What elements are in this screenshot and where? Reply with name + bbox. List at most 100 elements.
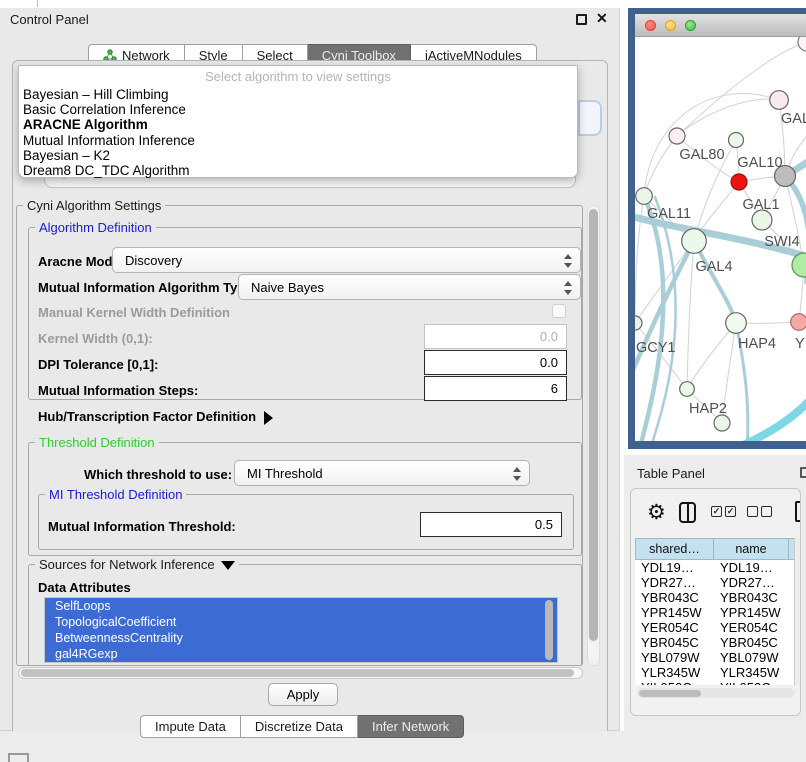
network-node[interactable] (770, 91, 789, 110)
network-node[interactable] (729, 133, 744, 148)
network-node[interactable] (682, 229, 707, 254)
table-row[interactable]: YPR145WYPR145W9. (635, 605, 801, 620)
close-window-icon[interactable] (645, 20, 656, 31)
threshold-definition-title: Threshold Definition (35, 435, 159, 450)
network-edge (677, 99, 779, 136)
tab-impute-data[interactable]: Impute Data (140, 715, 241, 738)
mi-steps-field[interactable]: 6 (424, 376, 567, 401)
node-table: shared…name YDL19…YDL19…13YDR27…YDR27…12… (635, 538, 801, 685)
algorithm-option[interactable]: ARACNE Algorithm (21, 117, 577, 132)
list-scrollbar[interactable] (545, 600, 553, 660)
gear-icon[interactable]: ⚙ (647, 500, 666, 525)
network-node[interactable] (669, 128, 685, 144)
chevron-down-icon (221, 561, 235, 570)
tab-label: Infer Network (372, 719, 449, 734)
minimized-panel-icon[interactable] (8, 753, 29, 762)
mi-threshold-field[interactable]: 0.5 (420, 512, 562, 537)
table-hscrollbar[interactable] (637, 688, 794, 698)
panel-gap (620, 0, 628, 455)
sources-toggle[interactable]: Sources for Network Inference (35, 557, 239, 572)
column-header[interactable]: shared… (635, 538, 714, 560)
table-cell: YBR045C (714, 635, 789, 650)
attribute-item[interactable]: TopologicalCoefficient (45, 614, 557, 630)
checkbox-unchecked-icon[interactable] (761, 506, 772, 517)
network-window-titlebar[interactable] (635, 14, 806, 37)
close-icon[interactable]: ✕ (596, 10, 608, 27)
network-canvas[interactable]: GALGAL80GAL10GAL1GAL11SWI4GAL4GCY1HAP4YH… (635, 37, 806, 441)
kernel-width-label: Kernel Width (0,1): (38, 331, 153, 346)
bottom-tab-bar: Impute DataDiscretize Data Infer Network (140, 715, 464, 738)
settings-scrollbar-thumb[interactable] (589, 209, 598, 641)
float-panel-icon[interactable] (576, 14, 587, 25)
algorithm-option[interactable]: Basic Correlation Inference (21, 102, 577, 117)
node-label: GAL4 (695, 259, 732, 275)
network-node[interactable] (714, 415, 730, 431)
network-node[interactable] (726, 313, 747, 334)
mi-type-combobox[interactable]: Naive Bayes (238, 274, 581, 300)
table-toolbar: ⚙ ✓ ✓ (631, 489, 800, 537)
hub-definition-toggle[interactable]: Hub/Transcription Factor Definition (38, 409, 273, 425)
attribute-item[interactable]: gal4RGexp (45, 646, 557, 662)
attribute-item[interactable]: BetweennessCentrality (45, 630, 557, 646)
network-node[interactable] (680, 382, 695, 397)
network-node[interactable] (635, 316, 642, 330)
apply-button[interactable]: Apply (268, 683, 338, 706)
algorithm-option[interactable]: Mutual Information Inference (21, 133, 577, 148)
table-row[interactable]: YBR043CYBR043C (635, 590, 801, 605)
table-row[interactable]: YBL079WYBL079W (635, 650, 801, 665)
table-cell: YBR043C (714, 590, 789, 605)
table-hscrollbar-thumb[interactable] (639, 690, 701, 697)
aracne-mode-combobox[interactable]: Discovery (112, 247, 581, 273)
table-panel-float-icon[interactable] (800, 467, 806, 478)
mi-threshold-group-title: MI Threshold Definition (45, 487, 186, 502)
network-node[interactable] (731, 174, 747, 190)
mi-type-value: Naive Bayes (251, 280, 324, 295)
mi-type-label: Mutual Information Algorithm Type: (38, 280, 257, 295)
kernel-width-field[interactable]: 0.0 (424, 324, 567, 349)
table-row[interactable]: YLR345WYLR345W9. (635, 665, 801, 680)
attribute-item[interactable]: SelfLoops (45, 598, 557, 614)
dpi-tolerance-field[interactable]: 0.0 (424, 350, 567, 375)
network-edge (720, 392, 806, 441)
column-header[interactable]: name (714, 538, 789, 560)
which-threshold-combobox[interactable]: MI Threshold (234, 460, 530, 486)
table-row[interactable]: YDR27…YDR27…12 (635, 575, 801, 590)
network-node[interactable] (798, 37, 806, 51)
network-node[interactable] (791, 314, 806, 331)
checkbox-checked-icon[interactable]: ✓ (711, 506, 722, 517)
table-row[interactable]: YDL19…YDL19…13 (635, 560, 801, 575)
data-attributes-list: SelfLoopsTopologicalCoefficientBetweenne… (44, 597, 558, 663)
network-edge (694, 241, 736, 323)
node-label: HAP4 (738, 336, 776, 352)
table-cell: YLR345W (635, 665, 714, 680)
zoom-window-icon[interactable] (685, 20, 696, 31)
stepper-arrows-icon (564, 253, 572, 269)
manual-kernel-checkbox[interactable] (552, 304, 566, 318)
algorithm-dropdown: Select algorithm to view settings Bayesi… (18, 65, 578, 178)
control-panel-title: Control Panel (10, 12, 89, 27)
checkbox-checked-icon[interactable]: ✓ (725, 506, 736, 517)
network-node[interactable] (792, 253, 806, 277)
columns-icon[interactable] (679, 502, 696, 523)
dpi-tolerance-label: DPI Tolerance [0,1]: (38, 357, 158, 372)
sources-title: Sources for Network Inference (39, 557, 215, 572)
network-edge (644, 136, 677, 196)
table-row[interactable]: YIL052CYIL052C9. (635, 680, 801, 685)
table-row[interactable]: YBR045CYBR045C9. (635, 635, 801, 650)
minimize-window-icon[interactable] (665, 20, 676, 31)
algorithm-option[interactable]: Bayesian – Hill Climbing (21, 87, 577, 102)
tab-discretize-data[interactable]: Discretize Data (241, 715, 358, 738)
document-icon[interactable] (795, 501, 801, 522)
network-node[interactable] (636, 188, 653, 205)
checkbox-unchecked-icon[interactable] (747, 506, 758, 517)
table-row[interactable]: YER054CYER054C8. (635, 620, 801, 635)
algorithm-option[interactable]: Bayesian – K2 (21, 148, 577, 163)
settings-hscrollbar-thumb[interactable] (21, 669, 574, 677)
network-node[interactable] (752, 210, 772, 230)
stepper-arrows-icon (513, 466, 521, 482)
tab-infer-network[interactable]: Infer Network (358, 715, 464, 738)
chevron-right-icon (264, 411, 273, 425)
table-vscrollbar[interactable] (794, 538, 801, 685)
algorithm-option[interactable]: Dream8 DC_TDC Algorithm (21, 163, 577, 178)
table-panel-title: Table Panel (637, 466, 705, 481)
